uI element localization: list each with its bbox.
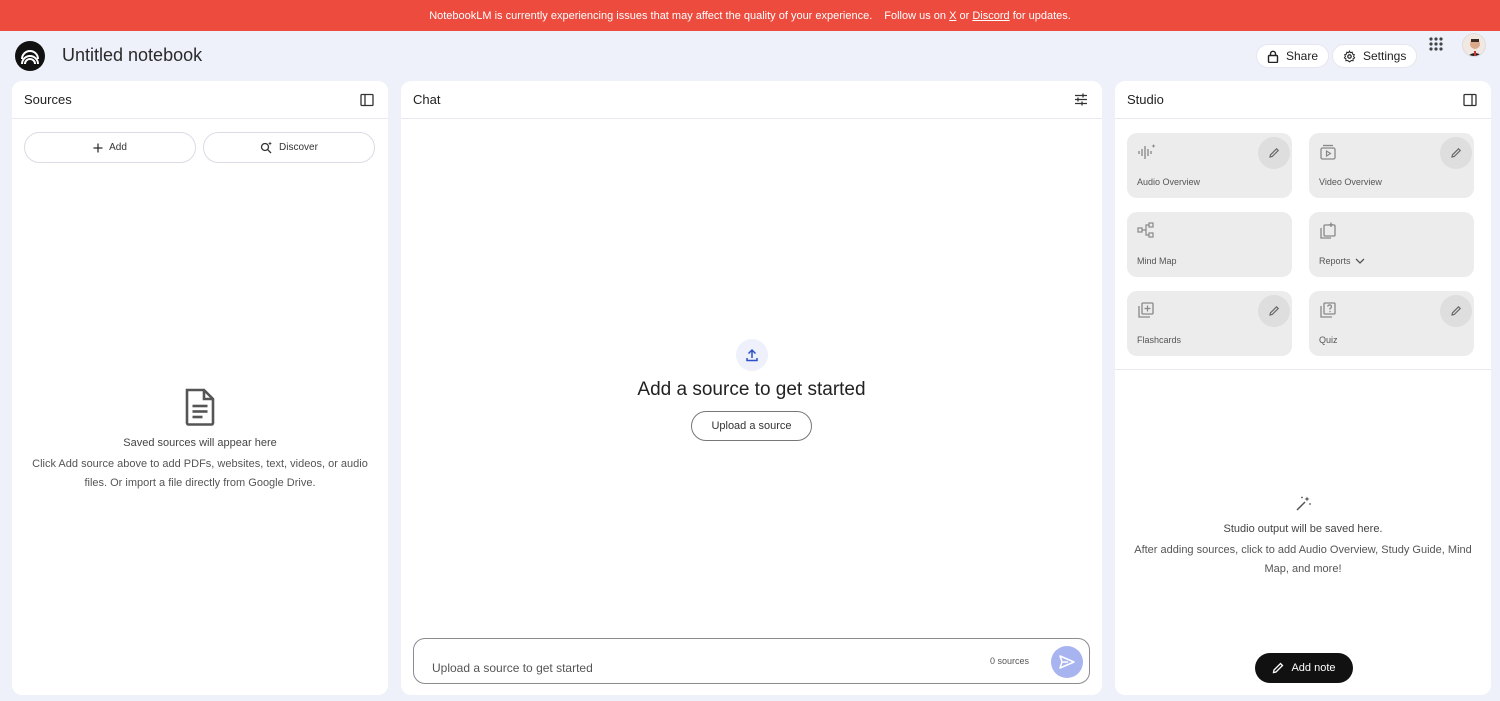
add-label: Add	[109, 142, 127, 153]
pencil-icon	[1451, 305, 1462, 316]
chat-empty-state: Add a source to get started Upload a sou…	[401, 339, 1102, 441]
quiz-tile[interactable]: Quiz	[1309, 291, 1474, 356]
studio-empty-state: Studio output will be saved here. After …	[1115, 495, 1491, 579]
search-sparkle-icon	[260, 141, 273, 154]
studio-divider	[1115, 369, 1491, 370]
mind-map-tile[interactable]: Mind Map	[1127, 212, 1292, 277]
send-icon	[1059, 655, 1075, 669]
status-banner: NotebookLM is currently experiencing iss…	[0, 0, 1500, 31]
lock-icon	[1267, 50, 1279, 63]
app-header: Untitled notebook Share Settings	[0, 31, 1500, 81]
edit-flashcards-button[interactable]	[1258, 295, 1290, 327]
sources-panel: Sources Add Discover Saved sources will …	[12, 81, 388, 695]
audio-wave-icon	[1138, 144, 1156, 159]
studio-title: Studio	[1127, 92, 1164, 107]
chat-query-input[interactable]	[432, 661, 952, 675]
add-source-button[interactable]: Add	[24, 132, 196, 163]
video-icon	[1320, 144, 1336, 160]
tile-label: Mind Map	[1137, 256, 1177, 266]
banner-message: NotebookLM is currently experiencing iss…	[429, 9, 873, 22]
sources-header: Sources	[12, 81, 388, 119]
upload-source-button[interactable]: Upload a source	[691, 411, 812, 441]
discord-link[interactable]: Discord	[972, 10, 1009, 22]
banner-follow-prefix: Follow us on	[884, 9, 947, 22]
sources-empty-state: Saved sources will appear here Click Add…	[12, 388, 388, 493]
chat-title: Chat	[413, 92, 441, 107]
edit-audio-overview-button[interactable]	[1258, 137, 1290, 169]
reports-tile[interactable]: Reports	[1309, 212, 1474, 277]
studio-header: Studio	[1115, 81, 1491, 119]
edit-quiz-button[interactable]	[1440, 295, 1472, 327]
apps-grid-icon[interactable]	[1428, 36, 1444, 52]
studio-panel: Studio Audio Overview Video Overview Min…	[1115, 81, 1491, 695]
source-count: 0 sources	[990, 656, 1030, 666]
sources-empty-title: Saved sources will appear here	[123, 437, 277, 449]
tile-label: Video Overview	[1319, 177, 1382, 187]
collapse-panel-icon[interactable]	[358, 91, 376, 109]
magic-wand-icon	[1296, 496, 1311, 511]
video-overview-tile[interactable]: Video Overview	[1309, 133, 1474, 198]
chevron-down-icon[interactable]	[1355, 258, 1365, 265]
chat-header: Chat	[401, 81, 1102, 119]
document-icon	[185, 388, 215, 426]
chat-panel: Chat Add a source to get started Upload …	[401, 81, 1102, 695]
audio-overview-tile[interactable]: Audio Overview	[1127, 133, 1292, 198]
share-button[interactable]: Share	[1256, 44, 1330, 68]
tile-label: Quiz	[1319, 335, 1338, 345]
tune-icon[interactable]	[1072, 91, 1090, 109]
tile-label: Flashcards	[1137, 335, 1182, 345]
studio-empty-desc: After adding sources, click to add Audio…	[1134, 544, 1472, 575]
pencil-icon	[1273, 662, 1284, 674]
collapse-studio-icon[interactable]	[1461, 91, 1479, 109]
tile-label: Audio Overview	[1137, 177, 1201, 187]
notebooklm-logo-icon[interactable]	[15, 41, 45, 71]
settings-label: Settings	[1363, 49, 1407, 63]
banner-follow-suffix: for updates.	[1012, 9, 1071, 22]
studio-empty-title: Studio output will be saved here.	[1223, 523, 1383, 535]
sources-empty-desc: Click Add source above to add PDFs, webs…	[32, 458, 368, 489]
pencil-icon	[1451, 147, 1462, 158]
gear-icon	[1343, 49, 1356, 63]
reports-label: Reports	[1319, 256, 1351, 266]
sources-title: Sources	[24, 92, 72, 107]
pencil-icon	[1269, 305, 1280, 316]
plus-icon	[93, 143, 103, 152]
notebook-title[interactable]: Untitled notebook	[62, 45, 202, 66]
mind-map-icon	[1137, 222, 1154, 238]
banner-or: or	[959, 9, 970, 22]
add-note-button[interactable]: Add note	[1255, 653, 1353, 683]
pencil-icon	[1269, 147, 1280, 158]
report-icon	[1320, 222, 1336, 239]
flashcards-tile[interactable]: Flashcards	[1127, 291, 1292, 356]
tile-label: Reports	[1319, 256, 1365, 266]
quiz-icon	[1320, 302, 1336, 318]
edit-video-overview-button[interactable]	[1440, 137, 1472, 169]
send-button[interactable]	[1051, 646, 1083, 678]
x-link[interactable]: X	[949, 10, 956, 22]
discover-label: Discover	[279, 142, 318, 153]
discover-button[interactable]: Discover	[203, 132, 375, 163]
upload-icon	[735, 339, 768, 371]
avatar[interactable]	[1462, 33, 1486, 57]
settings-button[interactable]: Settings	[1332, 44, 1418, 68]
chat-empty-title: Add a source to get started	[637, 379, 866, 400]
add-note-label: Add note	[1291, 662, 1336, 674]
chat-input-box[interactable]: 0 sources	[413, 638, 1090, 684]
share-label: Share	[1286, 49, 1319, 63]
flashcards-icon	[1138, 302, 1154, 318]
